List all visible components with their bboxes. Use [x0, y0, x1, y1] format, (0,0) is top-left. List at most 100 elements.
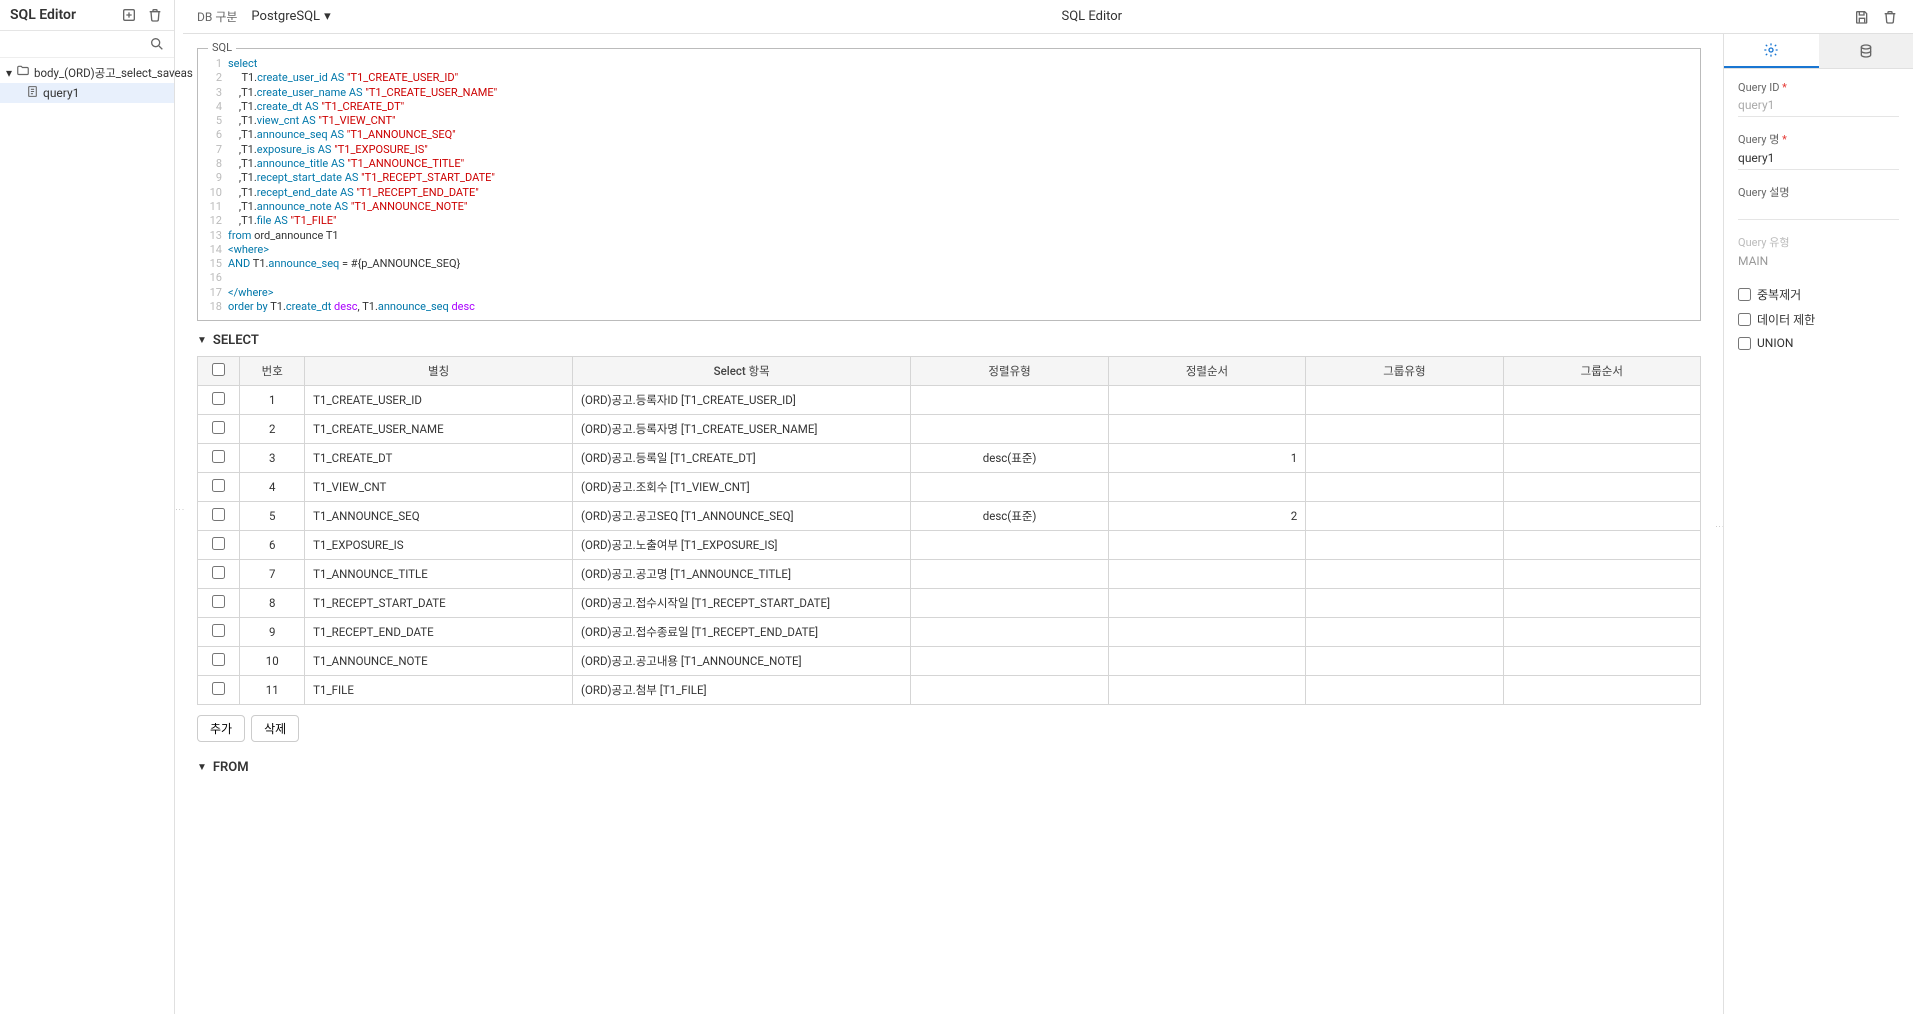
cell-group-order[interactable] [1503, 473, 1700, 502]
cell-group-type[interactable] [1306, 531, 1503, 560]
search-icon[interactable] [148, 35, 166, 53]
row-checkbox[interactable] [212, 479, 225, 492]
cell-alias[interactable]: T1_ANNOUNCE_TITLE [305, 560, 573, 589]
cell-group-order[interactable] [1503, 618, 1700, 647]
dedup-checkbox-row[interactable]: 중복제거 [1738, 286, 1899, 303]
cell-sort-order[interactable] [1108, 531, 1305, 560]
cell-alias[interactable]: T1_EXPOSURE_IS [305, 531, 573, 560]
cell-group-type[interactable] [1306, 676, 1503, 705]
cell-sort-order[interactable] [1108, 415, 1305, 444]
cell-sort-type[interactable] [911, 386, 1108, 415]
cell-item[interactable]: (ORD)공고.조회수 [T1_VIEW_CNT] [573, 473, 911, 502]
cell-group-type[interactable] [1306, 618, 1503, 647]
cell-sort-order[interactable] [1108, 618, 1305, 647]
right-panel-resize-handle[interactable]: ⋮ [1715, 34, 1723, 1014]
cell-sort-type[interactable] [911, 589, 1108, 618]
cell-alias[interactable]: T1_CREATE_USER_NAME [305, 415, 573, 444]
cell-sort-type[interactable] [911, 560, 1108, 589]
cell-group-type[interactable] [1306, 444, 1503, 473]
limit-checkbox[interactable] [1738, 313, 1751, 326]
delete-button[interactable]: 삭제 [251, 715, 299, 742]
select-all-checkbox[interactable] [212, 363, 225, 376]
cell-group-type[interactable] [1306, 502, 1503, 531]
table-row[interactable]: 7T1_ANNOUNCE_TITLE(ORD)공고.공고명 [T1_ANNOUN… [198, 560, 1701, 589]
table-row[interactable]: 5T1_ANNOUNCE_SEQ(ORD)공고.공고SEQ [T1_ANNOUN… [198, 502, 1701, 531]
cell-alias[interactable]: T1_RECEPT_START_DATE [305, 589, 573, 618]
cell-group-type[interactable] [1306, 386, 1503, 415]
db-select[interactable]: PostgreSQL ▾ [251, 9, 330, 24]
cell-sort-type[interactable] [911, 415, 1108, 444]
table-row[interactable]: 9T1_RECEPT_END_DATE(ORD)공고.접수종료일 [T1_REC… [198, 618, 1701, 647]
table-row[interactable]: 2T1_CREATE_USER_NAME(ORD)공고.등록자명 [T1_CRE… [198, 415, 1701, 444]
tree-child-node[interactable]: query1 [0, 83, 174, 103]
cell-sort-order[interactable] [1108, 386, 1305, 415]
cell-alias[interactable]: T1_FILE [305, 676, 573, 705]
query-id-value[interactable]: query1 [1738, 96, 1899, 117]
row-checkbox[interactable] [212, 392, 225, 405]
cell-item[interactable]: (ORD)공고.첨부 [T1_FILE] [573, 676, 911, 705]
cell-sort-type[interactable] [911, 531, 1108, 560]
row-checkbox[interactable] [212, 421, 225, 434]
table-row[interactable]: 6T1_EXPOSURE_IS(ORD)공고.노출여부 [T1_EXPOSURE… [198, 531, 1701, 560]
limit-checkbox-row[interactable]: 데이터 제한 [1738, 311, 1899, 328]
tab-settings[interactable] [1724, 34, 1819, 68]
cell-sort-order[interactable] [1108, 647, 1305, 676]
cell-item[interactable]: (ORD)공고.등록일 [T1_CREATE_DT] [573, 444, 911, 473]
table-row[interactable]: 1T1_CREATE_USER_ID(ORD)공고.등록자ID [T1_CREA… [198, 386, 1701, 415]
cell-group-order[interactable] [1503, 647, 1700, 676]
cell-sort-order[interactable] [1108, 473, 1305, 502]
row-checkbox[interactable] [212, 653, 225, 666]
cell-alias[interactable]: T1_ANNOUNCE_NOTE [305, 647, 573, 676]
select-section-toggle[interactable]: ▼ SELECT [197, 333, 1701, 348]
cell-item[interactable]: (ORD)공고.등록자ID [T1_CREATE_USER_ID] [573, 386, 911, 415]
cell-group-type[interactable] [1306, 473, 1503, 502]
cell-group-order[interactable] [1503, 415, 1700, 444]
save-icon[interactable] [1853, 8, 1871, 26]
row-checkbox[interactable] [212, 450, 225, 463]
query-name-value[interactable]: query1 [1738, 149, 1899, 170]
trash-icon[interactable] [1881, 8, 1899, 26]
table-row[interactable]: 11T1_FILE(ORD)공고.첨부 [T1_FILE] [198, 676, 1701, 705]
row-checkbox[interactable] [212, 682, 225, 695]
cell-group-type[interactable] [1306, 560, 1503, 589]
cell-sort-order[interactable]: 2 [1108, 502, 1305, 531]
cell-group-order[interactable] [1503, 531, 1700, 560]
cell-item[interactable]: (ORD)공고.접수종료일 [T1_RECEPT_END_DATE] [573, 618, 911, 647]
cell-group-order[interactable] [1503, 676, 1700, 705]
cell-sort-type[interactable] [911, 473, 1108, 502]
cell-alias[interactable]: T1_ANNOUNCE_SEQ [305, 502, 573, 531]
dedup-checkbox[interactable] [1738, 288, 1751, 301]
cell-group-order[interactable] [1503, 502, 1700, 531]
cell-alias[interactable]: T1_CREATE_USER_ID [305, 386, 573, 415]
table-row[interactable]: 10T1_ANNOUNCE_NOTE(ORD)공고.공고내용 [T1_ANNOU… [198, 647, 1701, 676]
cell-item[interactable]: (ORD)공고.공고명 [T1_ANNOUNCE_TITLE] [573, 560, 911, 589]
add-button[interactable]: 추가 [197, 715, 245, 742]
table-row[interactable]: 4T1_VIEW_CNT(ORD)공고.조회수 [T1_VIEW_CNT] [198, 473, 1701, 502]
query-desc-value[interactable] [1738, 202, 1899, 220]
row-checkbox[interactable] [212, 624, 225, 637]
cell-alias[interactable]: T1_RECEPT_END_DATE [305, 618, 573, 647]
cell-sort-type[interactable] [911, 618, 1108, 647]
sidebar-resize-handle[interactable]: ⋮ [175, 0, 183, 1014]
cell-item[interactable]: (ORD)공고.공고SEQ [T1_ANNOUNCE_SEQ] [573, 502, 911, 531]
cell-sort-order[interactable]: 1 [1108, 444, 1305, 473]
cell-item[interactable]: (ORD)공고.접수시작일 [T1_RECEPT_START_DATE] [573, 589, 911, 618]
cell-sort-order[interactable] [1108, 676, 1305, 705]
cell-alias[interactable]: T1_VIEW_CNT [305, 473, 573, 502]
cell-sort-order[interactable] [1108, 560, 1305, 589]
table-row[interactable]: 3T1_CREATE_DT(ORD)공고.등록일 [T1_CREATE_DT]d… [198, 444, 1701, 473]
row-checkbox[interactable] [212, 595, 225, 608]
cell-item[interactable]: (ORD)공고.등록자명 [T1_CREATE_USER_NAME] [573, 415, 911, 444]
cell-sort-order[interactable] [1108, 589, 1305, 618]
row-checkbox[interactable] [212, 508, 225, 521]
cell-item[interactable]: (ORD)공고.공고내용 [T1_ANNOUNCE_NOTE] [573, 647, 911, 676]
row-checkbox[interactable] [212, 537, 225, 550]
tree-root-node[interactable]: ▾ body_(ORD)공고_select_saveas [0, 62, 174, 83]
cell-sort-type[interactable] [911, 676, 1108, 705]
trash-icon[interactable] [146, 6, 164, 24]
cell-group-order[interactable] [1503, 444, 1700, 473]
cell-item[interactable]: (ORD)공고.노출여부 [T1_EXPOSURE_IS] [573, 531, 911, 560]
cell-sort-type[interactable]: desc(표준) [911, 502, 1108, 531]
row-checkbox[interactable] [212, 566, 225, 579]
cell-group-type[interactable] [1306, 589, 1503, 618]
